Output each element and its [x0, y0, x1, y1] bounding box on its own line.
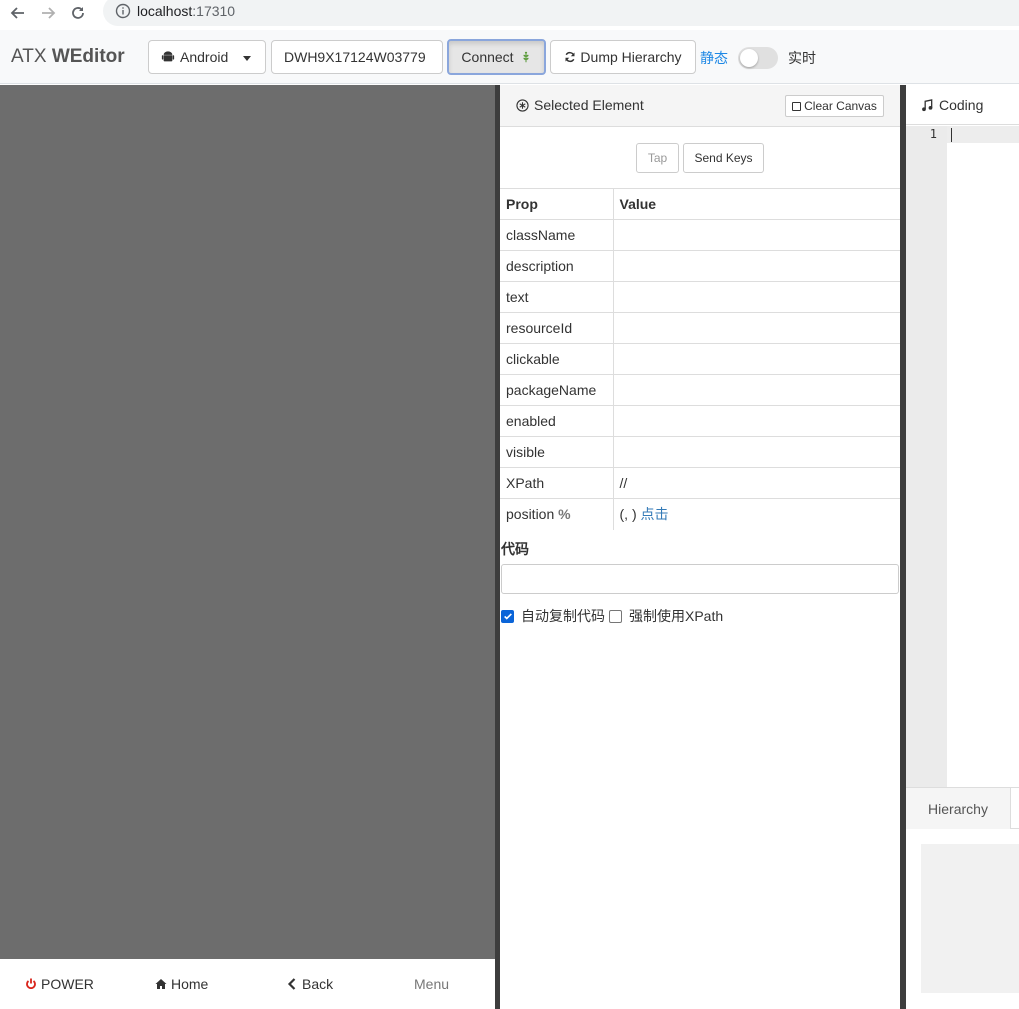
url-host: localhost	[137, 3, 193, 19]
refresh-icon	[565, 51, 575, 63]
tab-hierarchy[interactable]: Hierarchy	[906, 788, 1011, 829]
app-navbar: ATX WEditor Android Connect Dump Hierarc…	[0, 30, 1019, 84]
live-mode-toggle[interactable]	[738, 47, 778, 69]
dump-hierarchy-button[interactable]: Dump Hierarchy	[550, 40, 696, 74]
prop-name: position %	[500, 498, 614, 530]
forward-arrow-icon[interactable]	[36, 1, 60, 25]
device-screen-canvas[interactable]	[0, 85, 495, 959]
text-cursor	[951, 128, 952, 142]
mode-static-label: 静态	[700, 50, 728, 66]
table-header-row: Prop Value	[500, 188, 900, 220]
brand-logo: ATX WEditor	[11, 46, 125, 67]
prop-value	[613, 312, 900, 344]
address-bar[interactable]: localhost:17310	[103, 0, 1019, 26]
clear-canvas-button[interactable]: Clear Canvas	[785, 95, 884, 117]
table-row-position: position % (, ) 点击	[500, 498, 900, 530]
table-row: visible	[500, 436, 900, 468]
prop-name: enabled	[500, 405, 614, 437]
send-keys-button[interactable]: Send Keys	[683, 143, 764, 173]
table-row: XPath//	[500, 467, 900, 499]
table-row: resourceId	[500, 312, 900, 344]
element-props-table: Prop Value className description text resou…	[500, 188, 900, 530]
power-button[interactable]: POWER	[25, 976, 94, 992]
prop-value	[613, 219, 900, 251]
table-row: className	[500, 219, 900, 251]
active-line-highlight	[947, 126, 1019, 143]
tap-button[interactable]: Tap	[636, 143, 679, 173]
check-icon	[503, 613, 512, 620]
prop-name: description	[500, 250, 614, 282]
prop-value	[613, 405, 900, 437]
prop-value	[613, 343, 900, 375]
prop-value: (, ) 点击	[613, 498, 900, 530]
code-editor[interactable]	[947, 126, 1019, 787]
prop-value	[613, 374, 900, 406]
prop-name: clickable	[500, 343, 614, 375]
music-note-icon	[922, 98, 933, 111]
selected-element-header: Selected Element Clear Canvas	[500, 85, 900, 127]
table-row: enabled	[500, 405, 900, 437]
browser-toolbar: localhost:17310	[0, 0, 1019, 26]
percent-icon: %	[558, 506, 571, 523]
prop-value	[613, 281, 900, 313]
code-label: 代码	[501, 541, 529, 557]
generated-code-input[interactable]	[501, 564, 899, 594]
back-arrow-icon[interactable]	[6, 1, 30, 25]
device-button-bar: POWER Home Back Menu	[0, 959, 495, 1009]
back-button[interactable]: Back	[286, 976, 333, 992]
prop-name: XPath	[500, 467, 614, 499]
coding-title: Coding	[921, 97, 983, 113]
force-xpath-checkbox[interactable]	[609, 609, 622, 623]
asterisk-circle-icon	[516, 98, 529, 112]
platform-label: Android	[180, 49, 229, 65]
table-row: clickable	[500, 343, 900, 375]
square-icon	[792, 101, 802, 111]
chevron-down-icon	[243, 56, 251, 61]
prop-name: resourceId	[500, 312, 614, 344]
toggle-knob	[740, 49, 758, 67]
prop-name: visible	[500, 436, 614, 468]
value-column-header: Value	[613, 188, 900, 220]
android-icon	[161, 51, 175, 62]
power-icon	[26, 978, 36, 990]
reload-icon[interactable]	[66, 1, 90, 25]
auto-copy-label: 自动复制代码	[521, 608, 605, 624]
connect-button[interactable]: Connect	[447, 39, 546, 75]
auto-copy-checkbox[interactable]	[501, 609, 514, 623]
coding-panel: Coding 1 Hierarchy	[906, 85, 1019, 1009]
table-row: packageName	[500, 374, 900, 406]
force-xpath-label: 强制使用XPath	[629, 608, 724, 624]
info-icon[interactable]	[115, 3, 131, 19]
table-row: text	[500, 281, 900, 313]
click-position-link[interactable]: 点击	[641, 506, 669, 522]
home-button[interactable]: Home	[155, 976, 208, 992]
editor-gutter: 1	[906, 126, 947, 787]
device-serial-input[interactable]	[271, 40, 443, 74]
prop-value	[613, 436, 900, 468]
prop-value	[613, 250, 900, 282]
bottom-tabs: Hierarchy	[906, 787, 1019, 829]
hierarchy-tree-area[interactable]	[921, 844, 1019, 993]
chevron-left-icon	[287, 978, 296, 990]
selected-element-panel: Selected Element Clear Canvas Tap Send K…	[500, 85, 900, 1009]
mode-live-label: 实时	[788, 50, 816, 66]
prop-name: className	[500, 219, 614, 251]
selected-element-title: Selected Element	[516, 97, 644, 113]
line-number: 1	[929, 127, 937, 141]
platform-dropdown[interactable]: Android	[148, 40, 266, 74]
prop-value: //	[613, 467, 900, 499]
prop-column-header: Prop	[500, 188, 614, 220]
prop-name: text	[500, 281, 614, 313]
table-row: description	[500, 250, 900, 282]
url-port: :17310	[192, 3, 236, 19]
prop-name: packageName	[500, 374, 614, 406]
wheat-icon	[523, 51, 529, 63]
coding-header: Coding	[906, 85, 1019, 125]
home-icon	[155, 979, 167, 989]
code-options: 自动复制代码 强制使用XPath	[501, 606, 723, 626]
menu-button[interactable]: Menu	[414, 976, 449, 992]
